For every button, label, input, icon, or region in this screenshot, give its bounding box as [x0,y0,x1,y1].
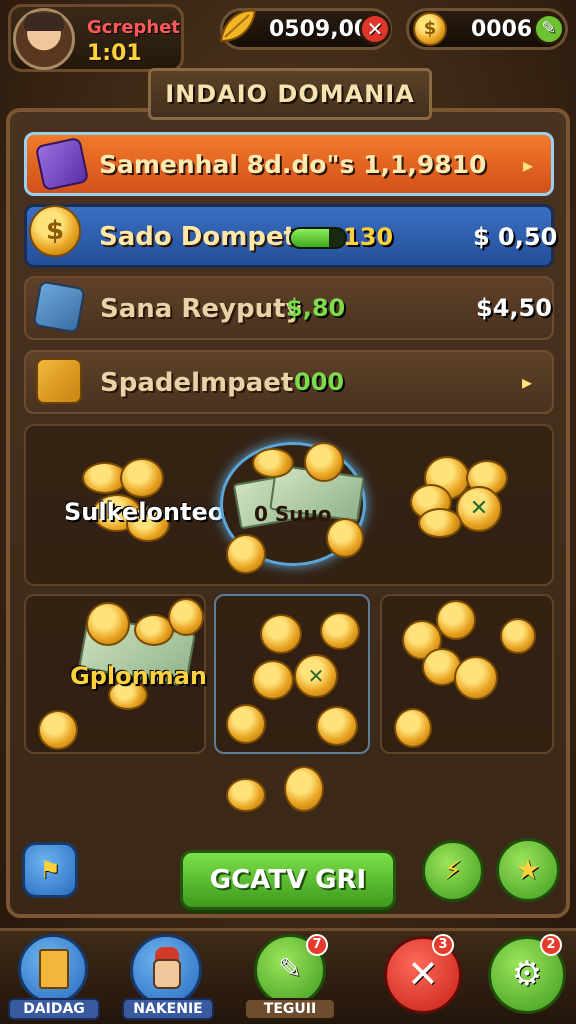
offer-mid-value: 000 [294,368,345,396]
coin-icon [120,458,164,498]
progress-value: 130 [343,223,394,251]
offer-row-reputation[interactable]: Sana Reyputy $,80 $4,50 [24,276,554,340]
gem-value: 0509,00 [269,17,370,42]
loot-cell-label: Sulkelonteo [64,498,225,526]
coin-icon [316,706,358,746]
coin-icon [304,442,344,482]
lightning-icon[interactable]: ⚡ [422,840,484,902]
loot-cell-2-selected[interactable]: 0 Suuo [218,436,370,576]
blue-card-icon [32,280,86,334]
chevron-right-icon: ▸ [522,370,533,394]
coin-icon [454,656,498,700]
nav-item-close[interactable]: ✕ 3 [380,934,470,1022]
coin-icon [284,766,324,812]
offer-row-label: Sana Reyputy [100,294,303,324]
coin-x-icon: ✕ [294,654,338,698]
loot-cell-3[interactable]: ✕ [400,436,540,576]
offer-row-label: Spadelmpaet [100,368,294,398]
player-avatar[interactable] [13,8,75,70]
loot-cell-label: Gplonman [70,662,207,690]
nav-label: NAKENIE [122,998,214,1020]
nav-item-settings[interactable]: ⚙ 2 [484,934,574,1022]
panel-title-plate: INDAIO DOMANIA [148,68,432,120]
offer-row-special[interactable]: Spadelmpaet 000 ▸ [24,350,554,414]
nav-item-daidag[interactable]: DAIDAG [4,934,104,1022]
star-icon[interactable]: ★ [496,838,560,902]
offer-row-featured[interactable]: Samenhal 8d.do"s 1,1,9810 ▸ [24,132,554,196]
coin-counter: $ 0006 ✎ [406,8,568,50]
nav-item-nakenie[interactable]: NAKENIE [118,934,218,1022]
close-icon[interactable]: ✕ [359,13,391,45]
coin-icon [260,614,302,654]
nav-label: TEGUII [244,998,336,1020]
loot-cell-label: 0 Suuo [254,502,332,526]
offer-row-label: Samenhal 8d.do"s 1,1,9810 [99,150,487,179]
loot-cell-4[interactable]: Gplonman [24,594,207,754]
loot-cell-6[interactable] [380,594,554,754]
loot-cell-1[interactable]: Sulkelonteo [30,436,224,576]
add-coins-icon[interactable]: ✎ [533,13,565,45]
offer-row-wallet[interactable]: $ Sado Dompet 130 $ 0,50 [24,204,558,268]
notification-badge: 3 [432,934,454,956]
progress-bar [289,227,347,249]
progress-fill [291,229,329,247]
player-timer: 1:01 [87,41,142,66]
offer-price: $ 0,50 [473,223,558,251]
notification-badge: 2 [540,934,562,956]
main-action-button[interactable]: GCATV GRI [180,850,396,910]
coin-icon: $ [413,12,447,46]
panel-title: INDAIO DOMANIA [165,80,415,108]
player-profile-panel[interactable]: Gcrephet 1:01 [8,4,184,72]
coin-icon [86,602,130,646]
coin-icon [226,778,266,812]
nav-book-icon [18,934,88,1004]
nav-label: DAIDAG [8,998,100,1020]
gem-counter: 0509,00 ✕ [219,8,392,50]
coin-icon [252,660,294,700]
main-action-label: GCATV GRI [209,865,367,895]
coin-icon [436,600,476,640]
leaf-gem-icon [215,5,259,49]
loot-cell-5[interactable]: ✕ [214,594,370,754]
coin-icon [226,534,266,574]
offer-price: $4,50 [476,294,552,322]
nav-item-teguii[interactable]: ✎ 7 TEGUII [244,934,344,1022]
coin-icon [500,618,536,654]
coin-icon [394,708,432,748]
coin-x-icon: ✕ [456,486,502,532]
coin-icon [320,612,360,650]
coin-icon [252,448,294,478]
coin-icon [38,710,78,750]
offer-mid-value: $,80 [286,294,346,322]
chevron-right-icon: ▸ [523,153,534,177]
coin-stack-icon: $ [29,205,81,257]
map-icon[interactable]: ⚑ [22,842,78,898]
offer-row-label: Sado Dompet [99,222,297,252]
coin-icon [326,518,364,558]
coin-icon [226,704,266,744]
coin-icon [418,508,462,538]
coin-value: 0006 [471,17,533,42]
gold-card-icon [36,358,82,404]
player-name: Gcrephet [87,17,181,38]
coin-icon [168,598,204,636]
notification-badge: 7 [306,934,328,956]
nav-character-icon [130,934,202,1006]
purple-book-icon [34,136,90,192]
